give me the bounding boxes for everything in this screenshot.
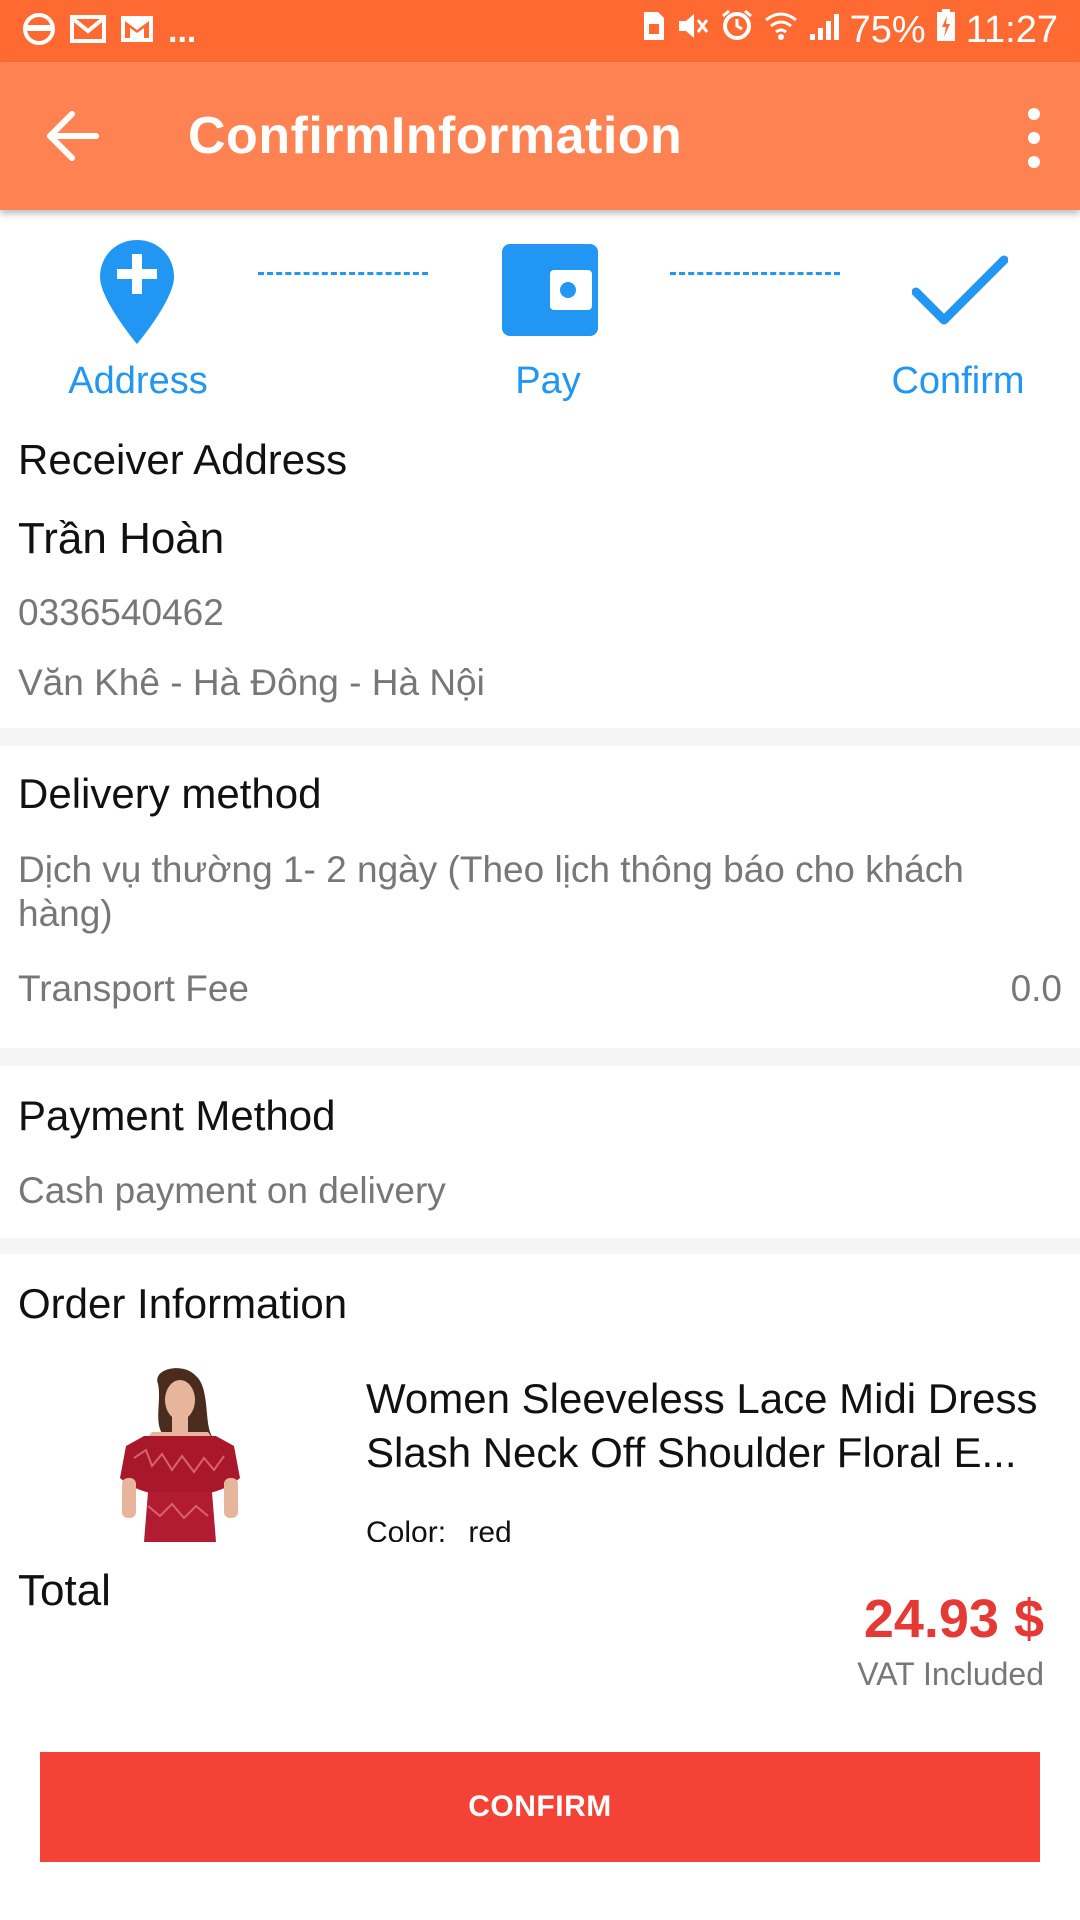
step-label-confirm: Confirm xyxy=(891,360,1025,402)
location-plus-icon xyxy=(98,238,176,356)
alarm-icon xyxy=(720,8,754,52)
app-bar: ConfirmInformation xyxy=(0,62,1080,210)
step-confirm[interactable]: Confirm xyxy=(858,228,1058,418)
step-label-pay: Pay xyxy=(515,360,581,402)
step-address[interactable]: Address xyxy=(38,228,238,418)
mail-icon xyxy=(70,15,106,48)
receiver-section: Receiver Address Trần Hoàn 0336540462 Vă… xyxy=(0,420,1080,728)
receiver-heading: Receiver Address xyxy=(18,436,348,483)
vat-note: VAT Included xyxy=(857,1656,1044,1692)
sim-icon xyxy=(642,9,666,52)
step-connector xyxy=(670,272,840,275)
status-bar: ... 75% 11:27 xyxy=(0,0,1080,62)
app-notification-icon xyxy=(22,12,56,51)
step-connector xyxy=(258,272,428,275)
total-label: Total xyxy=(18,1566,111,1615)
section-divider xyxy=(0,1238,1080,1254)
wallet-icon xyxy=(500,242,600,348)
product-color-label: Color: xyxy=(366,1516,447,1542)
transport-fee-label: Transport Fee xyxy=(18,968,249,1009)
receiver-name: Trần Hoàn xyxy=(18,514,225,563)
check-icon xyxy=(911,254,1009,336)
order-section: Order Information xyxy=(0,1254,1080,1327)
delivery-method: Dịch vụ thường 1- 2 ngày (Theo lịch thôn… xyxy=(18,849,964,934)
product-color: Color: red xyxy=(366,1516,512,1542)
receiver-phone: 0336540462 xyxy=(18,592,224,633)
product-color-value: red xyxy=(468,1516,512,1542)
wifi-icon xyxy=(764,9,798,52)
section-divider xyxy=(0,728,1080,746)
section-divider xyxy=(0,1048,1080,1066)
more-notifications-text: ... xyxy=(168,12,197,50)
total-price: 24.93 $ xyxy=(863,1589,1044,1649)
signal-icon xyxy=(808,9,840,52)
clock-time: 11:27 xyxy=(965,8,1058,51)
delivery-section: Delivery method Dịch vụ thường 1- 2 ngày… xyxy=(0,746,1080,1048)
step-pay[interactable]: Pay xyxy=(448,228,648,418)
product-title[interactable]: Women Sleeveless Lace Midi Dress Slash N… xyxy=(366,1372,1076,1480)
back-arrow-icon[interactable] xyxy=(44,108,104,164)
delivery-heading: Delivery method xyxy=(18,770,322,817)
step-label-address: Address xyxy=(68,360,208,402)
product-image[interactable] xyxy=(100,1366,260,1542)
mute-icon xyxy=(676,9,710,52)
order-heading: Order Information xyxy=(18,1280,348,1327)
payment-heading: Payment Method xyxy=(18,1092,336,1139)
payment-method: Cash payment on delivery xyxy=(18,1170,446,1211)
checkout-steps: Address Pay Confirm xyxy=(0,228,1080,418)
confirm-button[interactable]: CONFIRM xyxy=(40,1752,1040,1862)
battery-percent: 75% xyxy=(849,8,926,51)
gmail-icon xyxy=(120,15,154,48)
page-title: ConfirmInformation xyxy=(188,107,683,165)
overflow-menu-icon[interactable] xyxy=(1022,104,1046,172)
transport-fee-value: 0.0 xyxy=(1010,968,1062,1009)
battery-charging-icon xyxy=(936,8,956,52)
receiver-address: Văn Khê - Hà Đông - Hà Nội xyxy=(18,662,485,703)
payment-section: Payment Method Cash payment on delivery xyxy=(0,1066,1080,1238)
